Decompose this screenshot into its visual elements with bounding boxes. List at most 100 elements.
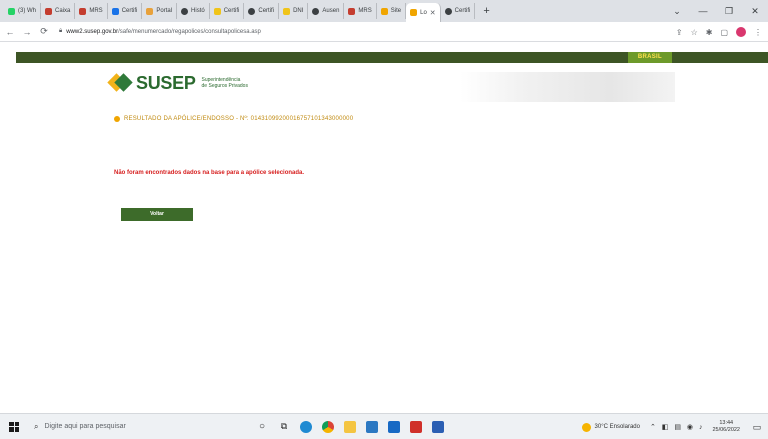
tab-label: MRS <box>89 8 103 14</box>
lightning-icon <box>283 7 291 15</box>
tab-mrs[interactable]: MRS <box>75 3 108 19</box>
minimize-button[interactable]: — <box>690 6 716 16</box>
star-icon[interactable]: ☆ <box>691 28 698 37</box>
tab-label: DNI <box>293 8 304 14</box>
susep-icon <box>410 9 418 16</box>
clock-time: 13:44 <box>719 420 734 426</box>
clock-date: 25/06/2022 <box>712 427 740 433</box>
word-icon[interactable] <box>432 420 444 433</box>
tab-historico[interactable]: Histó <box>177 3 210 19</box>
close-window-button[interactable]: ✕ <box>742 6 768 17</box>
system-tray: 30°C Ensolarado ⌃ ◧ ▤ ◉ ♪ 13:44 25/06/20… <box>581 414 768 439</box>
tab-certifi[interactable]: Certifi <box>108 3 143 19</box>
globe-icon <box>312 7 320 15</box>
lightning-icon <box>213 7 221 15</box>
susep-logo[interactable]: SUSEP Superintendência de Seguros Privad… <box>107 71 248 95</box>
lock-icon: 🔒︎ <box>59 28 63 34</box>
close-icon[interactable]: ✕ <box>430 9 436 17</box>
profile-avatar[interactable] <box>736 27 746 37</box>
weather-icon <box>581 422 591 432</box>
store-icon[interactable] <box>366 420 378 433</box>
voltar-button[interactable]: Voltar <box>121 208 193 221</box>
tab-label: Caixa <box>55 8 71 14</box>
result-title-text: RESULTADO DA APÓLICE/ENDOSSO - Nº: 01431… <box>124 116 354 122</box>
globe-icon <box>181 7 189 15</box>
tab-label: Certifi <box>223 8 240 14</box>
tab-label: Certifi <box>121 8 138 14</box>
tab-search-button[interactable]: ⌄ <box>664 6 690 17</box>
susep-logo-icon <box>107 71 133 95</box>
tab-whatsapp[interactable]: (3) Wh <box>4 3 41 19</box>
tab-mrs-2[interactable]: MRS <box>344 3 377 19</box>
brasil-link[interactable]: BRASIL <box>627 52 672 63</box>
logo-subtitle: Superintendência de Seguros Privados <box>202 77 248 89</box>
browser-toolbar: ← → ⟳ 🔒︎ www2.susep.gov.br /safe/menumer… <box>0 22 768 42</box>
taskbar-search[interactable]: ⌕ Digite aqui para pesquisar <box>28 418 206 436</box>
toolbar-actions: ⇪ ☆ ✱ ▢ ⋮ <box>676 22 762 42</box>
mail-icon[interactable] <box>388 420 400 433</box>
menu-icon[interactable]: ⋮ <box>754 28 762 37</box>
window-controls: ⌄ — ❐ ✕ <box>664 0 768 22</box>
browser-tab-strip: (3) Wh Caixa MRS Certifi Portal Histó Ce… <box>0 0 768 22</box>
tab-ausen[interactable]: Ausen <box>308 3 345 19</box>
task-view-icon[interactable]: ⧉ <box>278 421 290 433</box>
bullet-icon <box>114 116 120 122</box>
globe-icon <box>444 7 452 15</box>
reload-icon[interactable]: ⟳ <box>37 26 51 37</box>
share-icon[interactable]: ⇪ <box>676 28 683 37</box>
address-host: www2.susep.gov.br <box>66 28 119 35</box>
tab-certifi-4[interactable]: Certifi <box>441 3 476 19</box>
back-icon[interactable]: ← <box>3 27 17 37</box>
search-icon: ⌕ <box>34 421 39 431</box>
notification-icon[interactable]: ▭ <box>746 414 768 439</box>
tab-label: Ausen <box>322 8 340 14</box>
new-tab-button[interactable]: + <box>483 5 489 17</box>
tab-label: MRS <box>358 8 372 14</box>
tab-label: Histó <box>191 8 205 14</box>
chrome-icon[interactable] <box>322 420 334 433</box>
search-placeholder: Digite aqui para pesquisar <box>44 423 126 430</box>
mail-icon <box>348 7 356 15</box>
tab-label: (3) Wh <box>18 8 36 14</box>
header-banner <box>460 72 675 102</box>
pdf-icon[interactable] <box>410 420 422 433</box>
tab-portal[interactable]: Portal <box>142 3 178 19</box>
sidebar-icon[interactable]: ▢ <box>720 28 728 37</box>
windows-taskbar: ⌕ Digite aqui para pesquisar ○ ⧉ 30°C En… <box>0 413 768 439</box>
address-bar[interactable]: 🔒︎ www2.susep.gov.br /safe/menumercado/r… <box>59 28 579 35</box>
edge-icon[interactable] <box>300 420 312 433</box>
tab-label: Certifi <box>258 8 275 14</box>
tab-active[interactable]: Lo ✕ <box>406 3 441 22</box>
tab-dni[interactable]: DNI <box>279 3 309 19</box>
tab-label: Site <box>390 8 402 14</box>
file-explorer-icon[interactable] <box>344 420 356 433</box>
tray-icons[interactable]: ⌃ ◧ ▤ ◉ ♪ <box>650 423 704 431</box>
whatsapp-icon <box>8 7 15 15</box>
extensions-icon[interactable]: ✱ <box>706 28 713 37</box>
taskbar-apps: ○ ⧉ <box>256 420 444 433</box>
start-button[interactable] <box>0 421 28 432</box>
result-title: RESULTADO DA APÓLICE/ENDOSSO - Nº: 01431… <box>114 116 353 122</box>
cortana-icon[interactable]: ○ <box>256 421 268 433</box>
tab-label: Certifi <box>454 8 471 14</box>
screen: (3) Wh Caixa MRS Certifi Portal Histó Ce… <box>0 0 768 439</box>
windows-icon <box>9 421 19 432</box>
clock[interactable]: 13:44 25/06/2022 <box>712 420 740 434</box>
tab-site[interactable]: Site <box>377 3 407 19</box>
tab-certifi-2[interactable]: Certifi <box>210 3 245 19</box>
tab-label: Portal <box>156 8 173 14</box>
susep-icon <box>380 7 388 15</box>
maximize-button[interactable]: ❐ <box>716 6 742 17</box>
portal-icon <box>146 7 154 15</box>
address-path: /safe/menumercado/regapolices/consultapo… <box>118 28 261 35</box>
logo-word: SUSEP <box>136 72 196 93</box>
mail-icon <box>79 7 87 15</box>
document-icon <box>111 7 119 15</box>
tab-caixa[interactable]: Caixa <box>41 3 76 19</box>
tab-certifi-3[interactable]: Certifi <box>244 3 280 19</box>
globe-icon <box>248 7 256 15</box>
mail-icon <box>45 7 52 15</box>
forward-icon[interactable]: → <box>20 27 34 37</box>
error-message: Não foram encontrados dados na base para… <box>114 170 305 176</box>
weather-text[interactable]: 30°C Ensolarado <box>595 424 640 430</box>
